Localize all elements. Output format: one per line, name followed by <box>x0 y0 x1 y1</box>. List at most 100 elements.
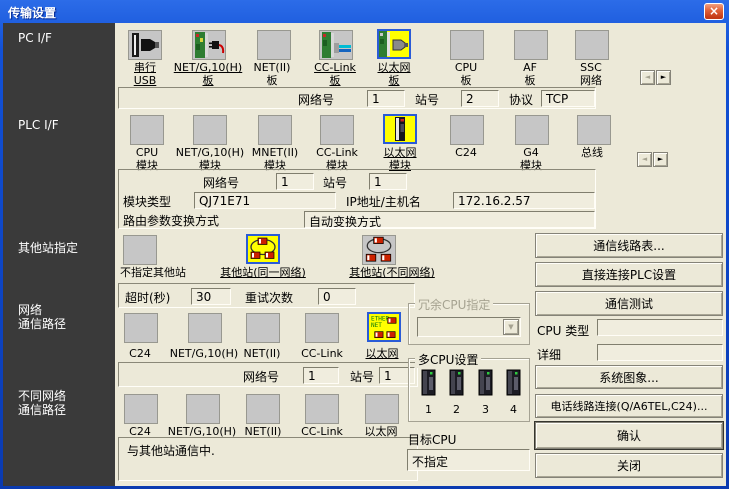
system-image-button[interactable]: 系统图象... <box>535 365 723 389</box>
no-other-station-icon[interactable] <box>123 235 157 265</box>
net2-board-icon[interactable] <box>257 30 291 60</box>
detail-field[interactable] <box>597 344 723 361</box>
cpu2-tower-icon[interactable] <box>447 369 466 397</box>
timeout-retry-panel: 超时(秒) 30 重试次数 0 <box>118 283 415 308</box>
pc-protocol-label: 协议 <box>509 93 534 107</box>
plc-network-field[interactable]: 1 <box>276 173 314 190</box>
pc-if-params-panel: 网络号 1 站号 2 协议 TCP <box>118 87 596 109</box>
cclink-board-icon[interactable] <box>319 30 353 60</box>
ssc-network-icon[interactable] <box>575 30 609 60</box>
pc-network-label: 网络号 <box>298 93 335 107</box>
status-message-panel: 与其他站通信中. <box>118 437 418 481</box>
target-cpu-label: 目标CPU <box>408 433 457 447</box>
route-network-label: 网络号 <box>243 370 280 384</box>
ethernet-route-icon[interactable]: ETHER NET <box>367 312 401 342</box>
section-sidebar: PC I/F PLC I/F 其他站指定 网络 通信路径 不同网络 通信路径 <box>3 23 115 486</box>
other-station-item-diff-network[interactable]: 其他站(不同网络) <box>327 266 457 279</box>
confirm-button[interactable]: 确认 <box>535 422 723 449</box>
section-label-other-station: 其他站指定 <box>18 241 79 255</box>
plc-station-field[interactable]: 1 <box>369 173 407 190</box>
section-label-plc-if: PLC I/F <box>18 118 59 132</box>
module-type-field[interactable]: QJ71E71 <box>194 192 336 209</box>
direct-plc-button[interactable]: 直接连接PLC设置 <box>535 262 723 287</box>
pc-if-item-ethernet-board[interactable]: 以太网板 <box>356 61 432 87</box>
pc-if-item-ssc-network[interactable]: SSC 网络 <box>553 61 629 87</box>
pc-station-field[interactable]: 2 <box>461 90 499 107</box>
multi-cpu-group: 多CPU设置 1 2 3 4 <box>408 351 530 422</box>
route-params-panel: 网络号 1 站号 1 <box>118 362 418 387</box>
detail-label: 详细 <box>537 348 562 362</box>
transfer-setup-dialog: 传输设置 × PC I/F PLC I/F 其他站指定 网络 通信路径 不同网络… <box>0 0 729 489</box>
route-station-label: 站号 <box>350 370 375 384</box>
section-label-pc-if: PC I/F <box>18 31 52 45</box>
cpu4-tower-icon[interactable] <box>504 369 523 397</box>
c24-module-icon[interactable] <box>450 115 484 145</box>
cpu4-number: 4 <box>510 403 517 416</box>
multi-cpu-group-label: 多CPU设置 <box>415 351 482 368</box>
timeout-field[interactable]: 30 <box>191 288 231 305</box>
ip-host-field[interactable]: 172.16.2.57 <box>453 192 595 209</box>
svg-text:NET: NET <box>371 322 382 329</box>
status-message: 与其他站通信中. <box>127 444 215 458</box>
phone-line-button[interactable]: 电话线路连接(Q/A6TEL,C24)... <box>535 394 723 418</box>
cpu1-number: 1 <box>425 403 432 416</box>
bus-module-icon[interactable] <box>577 115 611 145</box>
route-net2-icon[interactable] <box>246 313 280 343</box>
diff-cclink-icon[interactable] <box>305 394 339 424</box>
cpu-type-field[interactable] <box>597 319 723 336</box>
cpu-board-icon[interactable] <box>450 30 484 60</box>
af-board-icon[interactable] <box>514 30 548 60</box>
plc-if-scroll-left-icon[interactable]: ◄ <box>637 152 652 167</box>
cpu3-tower-icon[interactable] <box>476 369 495 397</box>
other-station-item-same-network[interactable]: 其他站(同一网络) <box>198 266 328 279</box>
cpu3-number: 3 <box>482 403 489 416</box>
diff-net2-icon[interactable] <box>246 394 280 424</box>
cclink-module-icon[interactable] <box>320 115 354 145</box>
board-plug-icon[interactable] <box>192 30 226 60</box>
redundant-cpu-dropdown[interactable]: ▼ <box>417 317 521 337</box>
comm-test-button[interactable]: 通信测试 <box>535 291 723 316</box>
route-param-field[interactable]: 自动变换方式 <box>304 211 595 228</box>
other-station-same-icon[interactable] <box>246 234 280 264</box>
comm-line-button[interactable]: 通信线路表... <box>535 233 723 258</box>
route-cclink-icon[interactable] <box>305 313 339 343</box>
ethernet-module-icon[interactable] <box>383 114 417 144</box>
timeout-label: 超时(秒) <box>125 291 171 305</box>
close-icon[interactable]: × <box>704 3 724 20</box>
serial-usb-icon[interactable] <box>128 30 162 60</box>
plc-if-scroll-right-icon[interactable]: ► <box>653 152 668 167</box>
close-button[interactable]: 关闭 <box>535 453 723 478</box>
cpu2-number: 2 <box>453 403 460 416</box>
cpu-module-icon[interactable] <box>130 115 164 145</box>
section-label-diff-network2: 通信路径 <box>18 403 67 417</box>
window-title: 传输设置 <box>8 6 57 20</box>
retry-label: 重试次数 <box>245 291 294 305</box>
diff-c24-icon[interactable] <box>124 394 158 424</box>
route-param-label: 路由参数变换方式 <box>123 214 220 228</box>
module-type-label: 模块类型 <box>123 195 172 209</box>
pc-protocol-field[interactable]: TCP <box>541 90 595 107</box>
retry-field[interactable]: 0 <box>318 288 356 305</box>
chevron-down-icon[interactable]: ▼ <box>503 319 519 335</box>
diff-ethernet-icon[interactable] <box>365 394 399 424</box>
route-c24-icon[interactable] <box>124 313 158 343</box>
ethernet-board-icon[interactable] <box>377 29 411 59</box>
plc-if-params-panel: 网络号 1 站号 1 模块类型 QJ71E71 IP地址/主机名 172.16.… <box>118 169 596 229</box>
plc-station-label: 站号 <box>323 176 348 190</box>
route-network-field[interactable]: 1 <box>303 367 339 384</box>
mnet2-module-icon[interactable] <box>258 115 292 145</box>
g4-module-icon[interactable] <box>515 115 549 145</box>
diff-netg10h-icon[interactable] <box>186 394 220 424</box>
title-bar: 传输设置 × <box>0 0 729 23</box>
other-station-diff-icon[interactable] <box>362 235 396 265</box>
pc-if-scroll-right-icon[interactable]: ► <box>656 70 671 85</box>
target-cpu-field[interactable]: 不指定 <box>407 449 530 471</box>
ip-host-label: IP地址/主机名 <box>346 195 421 209</box>
pc-network-field[interactable]: 1 <box>367 90 405 107</box>
route-netg10h-icon[interactable] <box>188 313 222 343</box>
plc-if-item-bus[interactable]: 总线 <box>554 146 630 159</box>
redundant-cpu-group: 冗余CPU指定 ▼ <box>408 296 530 345</box>
cpu1-tower-icon[interactable] <box>419 369 438 397</box>
pc-if-scroll-left-icon[interactable]: ◄ <box>640 70 655 85</box>
netg10h-module-icon[interactable] <box>193 115 227 145</box>
